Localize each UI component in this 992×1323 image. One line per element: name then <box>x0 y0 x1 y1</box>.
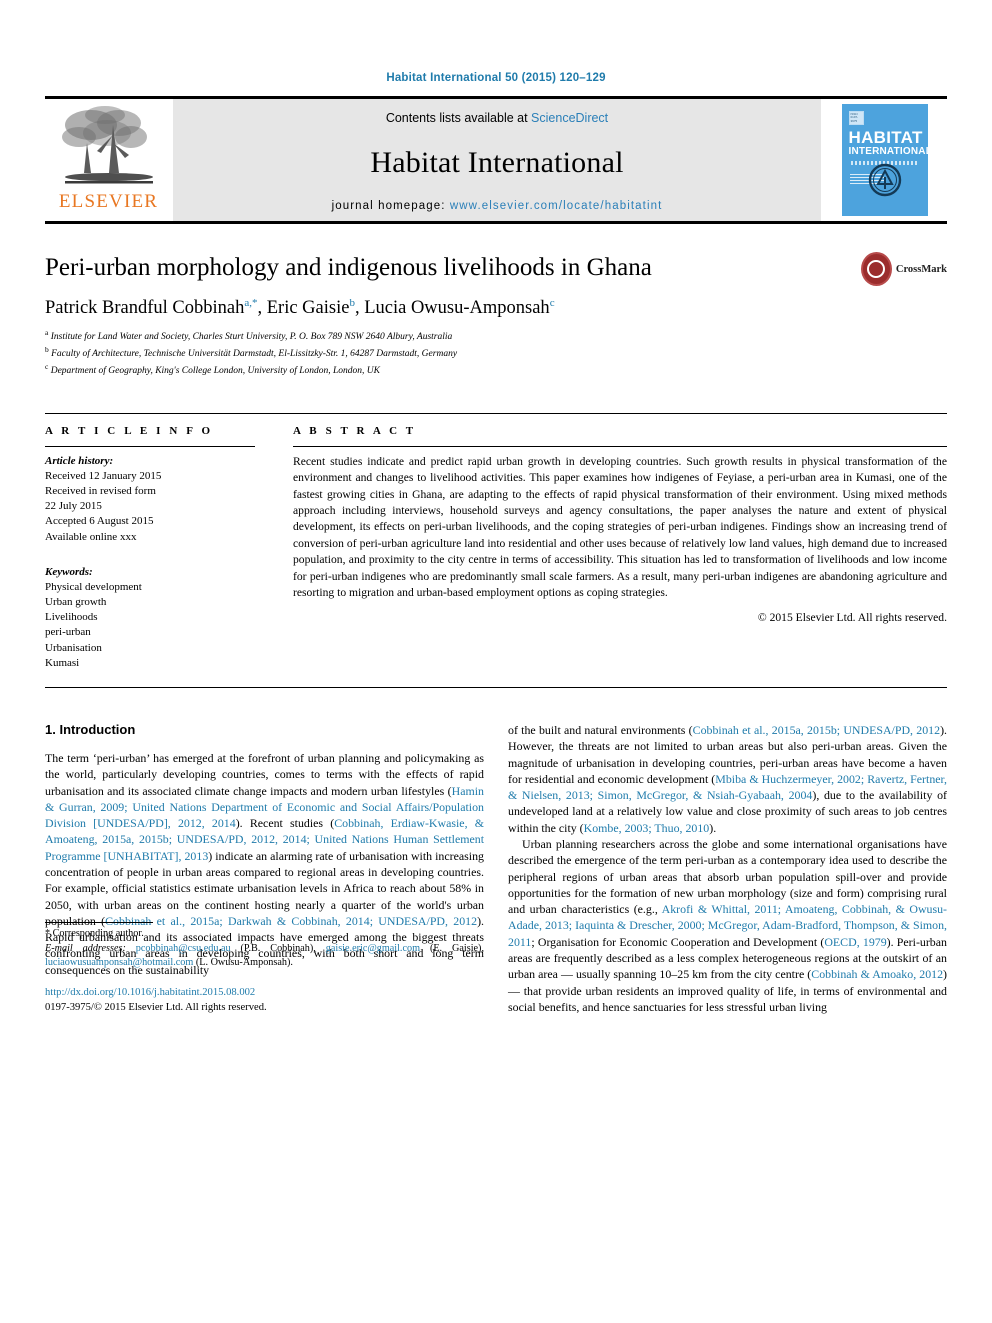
paragraph-text: ; Organisation for Economic Cooperation … <box>531 934 825 949</box>
abstract-column: A B S T R A C T Recent studies indicate … <box>293 414 947 671</box>
sciencedirect-link[interactable]: ScienceDirect <box>531 111 608 125</box>
paragraph-text: ). <box>709 820 717 835</box>
paragraph: Urban planning researchers across the gl… <box>508 836 947 1015</box>
body-column-right: of the built and natural environments (C… <box>508 722 947 1015</box>
affiliation-item: b Faculty of Architecture, Technische Un… <box>45 345 947 362</box>
journal-masthead: ELSEVIER Contents lists available at Sci… <box>45 96 947 224</box>
email-link[interactable]: gaisie.eric@gmail.com <box>326 943 420 954</box>
email-owner: (L. Owusu-Amponsah). <box>193 957 293 969</box>
email-owner: (E. Gaisie), <box>420 942 484 954</box>
author-marks[interactable]: a,* <box>244 297 257 309</box>
affiliation-text: Faculty of Architecture, Technische Univ… <box>51 348 458 359</box>
title-block: CrossMark Peri-urban morphology and indi… <box>45 252 947 379</box>
affiliation-mark: b <box>45 344 49 354</box>
email-link[interactable]: pcobbinah@csu.edu.au <box>136 943 231 954</box>
abstract-copyright: © 2015 Elsevier Ltd. All rights reserved… <box>757 610 947 624</box>
author-marks[interactable]: b <box>349 297 355 309</box>
cover-stamp-icon: ISSN 0197-3975 <box>848 111 864 125</box>
journal-cover-cell: ISSN 0197-3975 HABITAT INTERNATIONAL <box>822 99 947 221</box>
author-list: Patrick Brandful Cobbinaha,*, Eric Gaisi… <box>45 296 555 318</box>
keyword-item: Urbanisation <box>45 641 102 654</box>
history-item: Received in revised form <box>45 485 156 498</box>
footnote-divider <box>45 922 153 924</box>
keyword-item: Livelihoods <box>45 611 98 624</box>
elsevier-wordmark: ELSEVIER <box>58 191 159 212</box>
keyword-item: peri-urban <box>45 626 91 639</box>
cover-title-line2: INTERNATIONAL <box>848 146 928 157</box>
affiliation-mark: c <box>45 361 49 371</box>
history-item: 22 July 2015 <box>45 500 102 513</box>
email-addresses-label: E-mail addresses: <box>45 942 136 954</box>
keyword-item: Kumasi <box>45 656 80 669</box>
crossmark-icon <box>861 252 892 286</box>
history-item: Received 12 January 2015 <box>45 469 162 482</box>
body-columns: 1. Introduction The term ‘peri-urban’ ha… <box>45 722 947 1015</box>
article-page: Habitat International 50 (2015) 120–129 <box>0 0 992 1015</box>
journal-title: Habitat International <box>370 145 624 179</box>
affiliation-text: Institute for Land Water and Society, Ch… <box>50 332 453 343</box>
crossmark-label: CrossMark <box>895 263 947 275</box>
abstract-heading: A B S T R A C T <box>293 424 417 437</box>
contents-list-line: Contents lists available at ScienceDirec… <box>386 111 608 125</box>
article-info-heading: A R T I C L E I N F O <box>45 424 214 437</box>
journal-homepage-line: journal homepage: www.elsevier.com/locat… <box>332 200 663 212</box>
keyword-item: Physical development <box>45 580 142 593</box>
footnote-block: * Corresponding author. E-mail addresses… <box>45 922 484 1015</box>
article-history: Article history: Received 12 January 201… <box>45 447 255 545</box>
citation-link[interactable]: Kombe, 2003; Thuo, 2010 <box>584 821 710 835</box>
article-info-column: A R T I C L E I N F O Article history: R… <box>45 414 255 671</box>
email-owner: (P.B. Cobbinah), <box>230 942 326 954</box>
doi-block: http://dx.doi.org/10.1016/j.habitatint.2… <box>45 985 484 1016</box>
email-note: E-mail addresses: pcobbinah@csu.edu.au (… <box>45 942 484 971</box>
issn-copyright-line: 0197-3975/© 2015 Elsevier Ltd. All right… <box>45 1001 267 1013</box>
contents-prefix: Contents lists available at <box>385 111 532 125</box>
affiliation-text: Department of Geography, King's College … <box>50 365 380 376</box>
citation-link[interactable]: Cobbinah & Amoako, 2012 <box>811 967 943 981</box>
abstract-bottom-divider <box>45 686 947 688</box>
section-heading-introduction: 1. Introduction <box>45 721 136 737</box>
abstract-text: Recent studies indicate and predict rapi… <box>293 454 947 600</box>
corresponding-author-note: * Corresponding author. <box>45 927 484 941</box>
homepage-label: journal homepage: <box>331 200 450 212</box>
affiliation-item: a Institute for Land Water and Society, … <box>45 328 947 345</box>
homepage-url-link[interactable]: www.elsevier.com/locate/habitatint <box>450 200 663 212</box>
doi-link[interactable]: http://dx.doi.org/10.1016/j.habitatint.2… <box>45 987 255 998</box>
paragraph-text: ). Recent studies ( <box>235 816 335 831</box>
page-title: Peri-urban morphology and indigenous liv… <box>45 254 652 281</box>
history-item: Accepted 6 August 2015 <box>45 515 154 528</box>
keyword-item: Urban growth <box>45 596 107 609</box>
paragraph: of the built and natural environments (C… <box>508 722 947 836</box>
keywords-label: Keywords: <box>45 565 93 578</box>
journal-cover-image: ISSN 0197-3975 HABITAT INTERNATIONAL <box>841 104 928 216</box>
running-head: Habitat International 50 (2015) 120–129 <box>386 72 606 84</box>
masthead-center: Contents lists available at ScienceDirec… <box>172 99 822 221</box>
body-column-left: 1. Introduction The term ‘peri-urban’ ha… <box>45 722 484 1015</box>
paragraph-text: of the built and natural environments ( <box>508 722 693 737</box>
email-link[interactable]: luciaowusuamponsah@hotmail.com <box>45 957 193 968</box>
author-marks[interactable]: c <box>550 297 555 309</box>
affiliation-mark: a <box>45 327 49 337</box>
habitat-emblem-icon <box>868 163 901 197</box>
cover-title-line1: HABITAT <box>848 128 923 147</box>
paragraph-text: The term ‘peri-urban’ has emerged at the… <box>45 750 484 798</box>
citation-link[interactable]: OECD, 1979 <box>824 935 886 949</box>
crossmark-badge-group[interactable]: CrossMark <box>861 246 947 292</box>
elsevier-tree-icon <box>61 106 153 184</box>
article-history-label: Article history: <box>45 454 114 467</box>
affiliation-item: c Department of Geography, King's Colleg… <box>45 362 947 379</box>
info-abstract-section: A R T I C L E I N F O Article history: R… <box>45 412 947 671</box>
elsevier-logo: ELSEVIER <box>45 99 172 221</box>
author-name: Patrick Brandful Cobbinah <box>45 297 245 318</box>
keywords-list: Keywords: Physical development Urban gro… <box>45 545 255 671</box>
history-item: Available online xxx <box>45 530 137 543</box>
corresponding-author-text: * Corresponding author. <box>45 928 144 940</box>
author-name: Eric Gaisie <box>266 297 350 318</box>
author-name: Lucia Owusu-Amponsah <box>364 297 550 318</box>
affiliation-list: a Institute for Land Water and Society, … <box>45 328 947 379</box>
citation-link[interactable]: Cobbinah et al., 2015a, 2015b; UNDESA/PD… <box>693 723 940 737</box>
